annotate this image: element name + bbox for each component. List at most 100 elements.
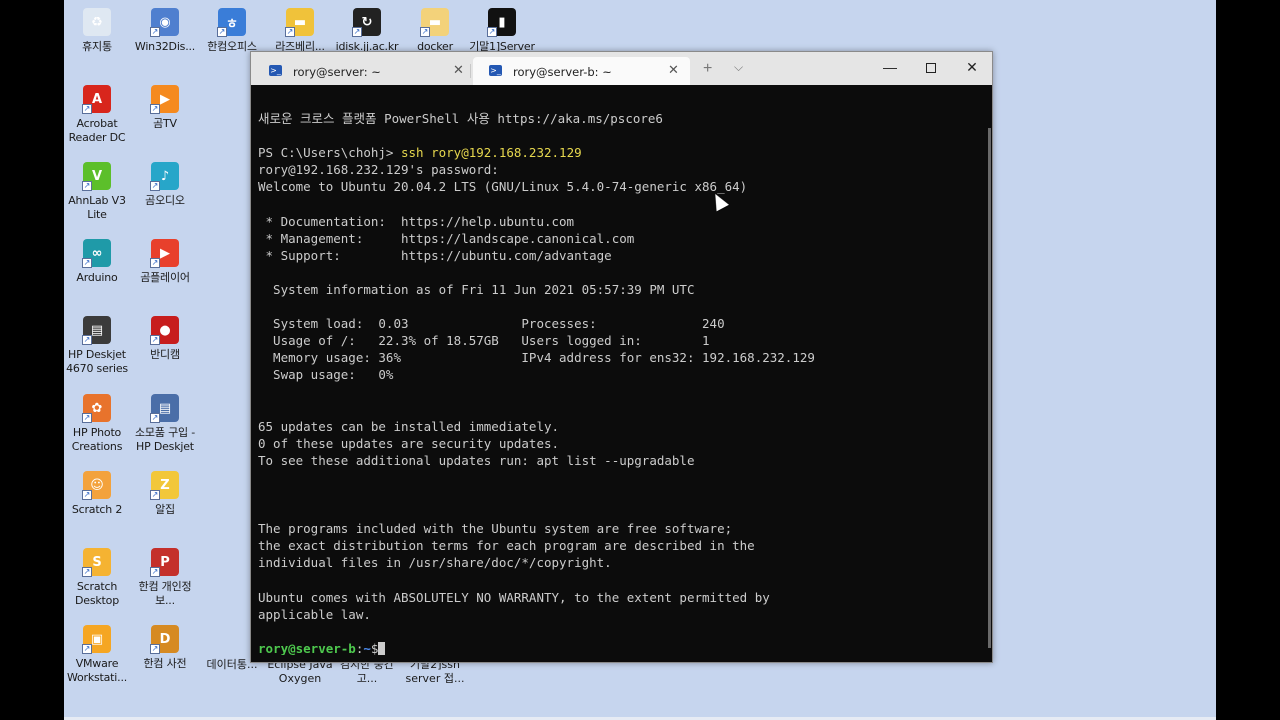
disk-imager-icon: ◉ ↗ — [150, 8, 179, 37]
desktop-shortcut[interactable]: ▤ ↗ HP Deskjet 4670 series — [64, 316, 130, 375]
minimize-button[interactable]: — — [869, 52, 911, 85]
shortcut-arrow-icon: ↗ — [150, 27, 160, 37]
desktop-shortcut[interactable]: ▮ ↗ 기말1]Server — [469, 8, 535, 54]
shortcut-label: 알집 — [155, 503, 175, 516]
shortcut-arrow-icon: ↗ — [150, 413, 160, 423]
shortcut-label: 한컴 개인정보... — [138, 580, 192, 607]
desktop-shortcut[interactable]: P ↗ 한컴 개인정보... — [132, 548, 198, 607]
terminal-window[interactable]: >_ rory@server: ~ ✕ >_ rory@server-b: ~ … — [250, 51, 993, 663]
tab-close-button[interactable]: ✕ — [453, 63, 464, 78]
terminal-line: * Management: https://landscape.canonica… — [258, 230, 635, 246]
desktop-shortcut[interactable]: ↻ ↗ idisk.jj.ac.kr — [334, 8, 400, 54]
maximize-icon — [926, 63, 936, 74]
gomtv-icon: ▶ ↗ — [150, 85, 179, 114]
shortcut-arrow-icon: ↗ — [285, 27, 295, 37]
new-tab-button[interactable]: + — [703, 60, 712, 78]
shortcut-arrow-icon: ↗ — [150, 335, 160, 345]
shortcut-arrow-icon: ↗ — [82, 567, 92, 577]
scrollbar[interactable] — [988, 128, 991, 648]
shortcut-label: Scratch Desktop — [75, 580, 119, 607]
desktop-shortcut[interactable]: ▬ ↗ docker — [402, 8, 468, 54]
desktop-shortcut[interactable]: ▤ ↗ 소모품 구입 - HP Deskjet — [132, 394, 198, 453]
shortcut-label: 한컴 사전 — [143, 657, 187, 670]
shortcut-label: HP Deskjet 4670 series — [66, 348, 128, 375]
folder-icon: ▬ ↗ — [285, 8, 314, 37]
hp-photo-icon: ✿ ↗ — [82, 394, 111, 423]
scratch-cat-icon: ☺ ↗ — [82, 471, 111, 500]
terminal-line: 65 updates can be installed immediately. — [258, 418, 560, 434]
terminal-line: * Documentation: https://help.ubuntu.com — [258, 213, 575, 229]
network-drive-icon: ↻ ↗ — [352, 8, 381, 37]
desktop-shortcut[interactable]: ☺ ↗ Scratch 2 — [64, 471, 130, 517]
shortcut-arrow-icon: ↗ — [150, 181, 160, 191]
shortcut-arrow-icon: ↗ — [150, 490, 160, 500]
desktop-shortcut[interactable]: ▣ ↗ VMware Workstati... — [64, 625, 130, 684]
terminal-line: * Support: https://ubuntu.com/advantage — [258, 247, 612, 263]
desktop-shortcut[interactable]: ▶ ↗ 곰TV — [132, 85, 198, 131]
terminal-line: 0 of these updates are security updates. — [258, 435, 560, 451]
tab-rory-server-b[interactable]: >_ rory@server-b: ~ ✕ — [473, 57, 690, 85]
desktop-shortcut[interactable]: ∞ ↗ Arduino — [64, 239, 130, 285]
terminal-line: Welcome to Ubuntu 20.04.2 LTS (GNU/Linux… — [258, 179, 748, 195]
terminal-line: Swap usage: 0% — [258, 367, 394, 383]
desktop-shortcut[interactable]: ▶ ↗ 곰플레이어 — [132, 239, 198, 285]
terminal-line: 새로운 크로스 플랫폼 PowerShell 사용 https://aka.ms… — [258, 111, 663, 126]
ahnlab-icon: V ↗ — [82, 162, 111, 191]
shell-prompt-line[interactable]: rory@server-b:~$ — [258, 640, 983, 655]
terminal-line: applicable law. — [258, 606, 371, 622]
prompt-path: ~ — [363, 640, 371, 655]
tab-rory-server[interactable]: >_ rory@server: ~ ✕ — [253, 57, 471, 85]
tab-close-button[interactable]: ✕ — [668, 63, 679, 78]
desktop-shortcut[interactable]: ♪ ↗ 곰오디오 — [132, 162, 198, 208]
tab-title: rory@server: ~ — [293, 65, 381, 79]
desktop-shortcut[interactable]: V ↗ AhnLab V3 Lite — [64, 162, 130, 221]
shortcut-label: 곰TV — [153, 117, 177, 130]
desktop-shortcut[interactable]: D ↗ 한컴 사전 — [132, 625, 198, 671]
shortcut-label: 곰오디오 — [145, 194, 185, 207]
shortcut-label: Acrobat Reader DC — [68, 117, 126, 144]
maximize-button[interactable] — [910, 52, 952, 85]
tab-dropdown-button[interactable]: ⌵ — [734, 60, 743, 75]
shortcut-label: Scratch 2 — [71, 503, 123, 516]
desktop-shortcut[interactable]: Z ↗ 알집 — [132, 471, 198, 517]
shortcut-arrow-icon: ↗ — [82, 258, 92, 268]
letterbox-right — [1216, 0, 1280, 720]
desktop-shortcut[interactable]: ◉ ↗ Win32Dis... — [132, 8, 198, 54]
terminal-line: the exact distribution terms for each pr… — [258, 538, 755, 554]
shortcut-label: 휴지통 — [82, 40, 112, 53]
desktop-shortcut[interactable]: ㅎ ↗ 한컴오피스 — [199, 8, 265, 54]
desktop-shortcut[interactable]: ● ↗ 반디캠 — [132, 316, 198, 362]
shortcut-label: AhnLab V3 Lite — [68, 194, 126, 221]
title-bar[interactable]: >_ rory@server: ~ ✕ >_ rory@server-b: ~ … — [251, 52, 992, 85]
shortcut-arrow-icon: ↗ — [487, 27, 497, 37]
desktop-shortcut[interactable]: ✿ ↗ HP Photo Creations — [64, 394, 130, 453]
hancom-dict-icon: D ↗ — [150, 625, 179, 654]
terminal-line: System information as of Fri 11 Jun 2021… — [258, 281, 695, 297]
desktop-shortcut[interactable]: S ↗ Scratch Desktop — [64, 548, 130, 607]
gomaudio-icon: ♪ ↗ — [150, 162, 179, 191]
close-button[interactable]: ✕ — [951, 52, 993, 85]
shortcut-arrow-icon: ↗ — [217, 27, 227, 37]
shortcut-arrow-icon: ↗ — [82, 335, 92, 345]
terminal-line: The programs included with the Ubuntu sy… — [258, 521, 733, 537]
shortcut-arrow-icon: ↗ — [82, 181, 92, 191]
text-cursor — [378, 641, 386, 655]
hancom-office-icon: ㅎ ↗ — [217, 8, 246, 37]
terminal-output[interactable]: 새로운 크로스 플랫폼 PowerShell 사용 https://aka.ms… — [258, 110, 983, 655]
desktop-shortcut[interactable]: A ↗ Acrobat Reader DC — [64, 85, 130, 144]
vmware-icon: ▣ ↗ — [82, 625, 111, 654]
shortcut-arrow-icon: ↗ — [150, 104, 160, 114]
shortcut-label: VMware Workstati... — [66, 657, 128, 684]
desktop-shortcut[interactable]: ♻ 휴지통 — [64, 8, 130, 54]
shortcut-arrow-icon: ↗ — [150, 567, 160, 577]
folder-icon: ▬ ↗ — [420, 8, 449, 37]
shortcut-label: Win32Dis... — [134, 40, 196, 53]
shortcut-arrow-icon: ↗ — [420, 27, 430, 37]
desktop-shortcut[interactable]: ▬ ↗ 라즈베리... — [267, 8, 333, 54]
